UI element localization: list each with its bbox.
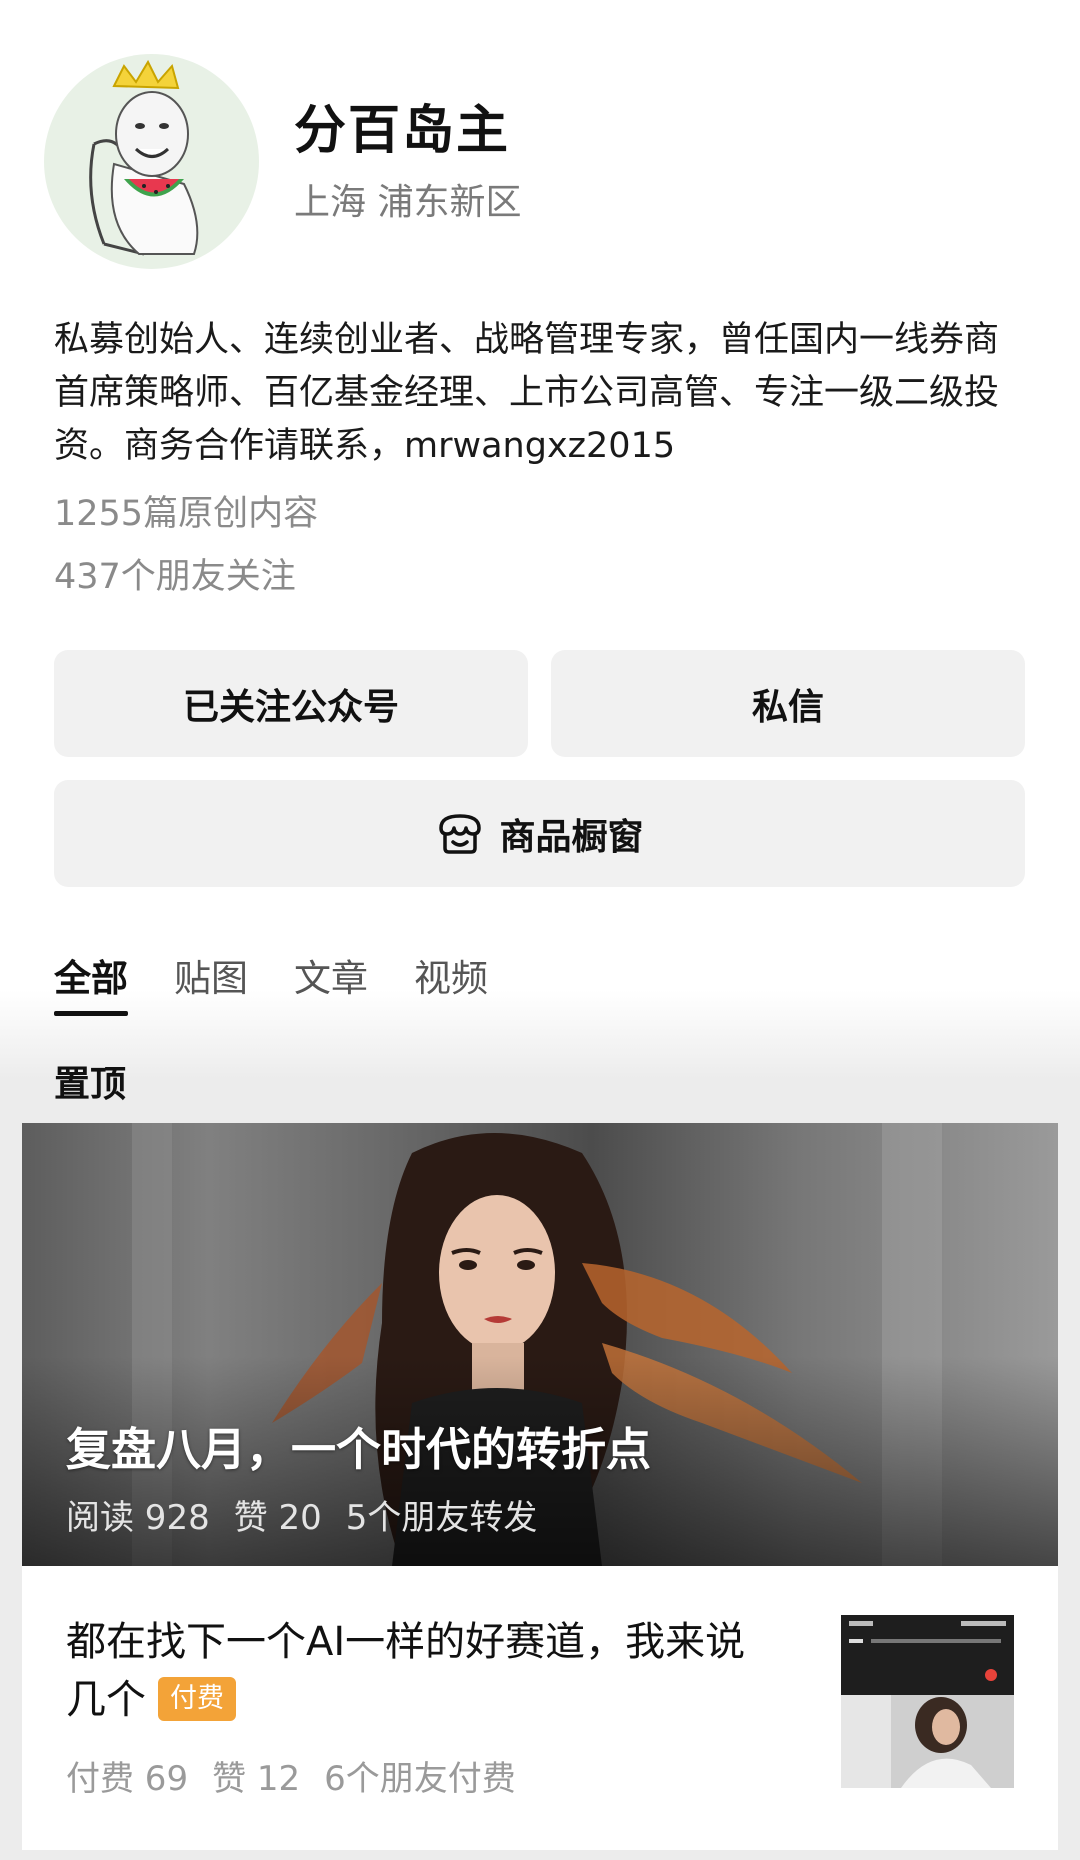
account-name: 分百岛主 [294, 101, 511, 161]
avatar[interactable] [44, 54, 259, 269]
name-block: 分百岛主 上海 浦东新区 [294, 88, 521, 225]
article-thumbnail-image [841, 1615, 1014, 1788]
pinned-label: 置顶 [54, 1064, 127, 1105]
article-title-line: 都在找下一个AI一样的好赛道，我来说几个 付费 [66, 1613, 766, 1729]
article-friends-paid: 6个朋友付费 [324, 1759, 516, 1799]
pinned-post[interactable]: 复盘八月，一个时代的转折点 阅读 928 赞 20 5个朋友转发 [22, 1123, 1058, 1566]
article-thumbnail[interactable] [841, 1615, 1014, 1788]
message-button[interactable]: 私信 [551, 650, 1025, 757]
tab-articles[interactable]: 文章 [294, 948, 368, 1016]
tab-images[interactable]: 贴图 [174, 948, 248, 1016]
shop-window-button[interactable]: 商品橱窗 [54, 780, 1025, 887]
tab-videos[interactable]: 视频 [414, 948, 488, 1016]
account-location: 上海 浦东新区 [294, 182, 522, 223]
article-likes: 赞 12 [212, 1759, 301, 1799]
friends-follow-count[interactable]: 437个朋友关注 [54, 548, 296, 599]
article-item[interactable]: 都在找下一个AI一样的好赛道，我来说几个 付费 付费 69 赞 12 6个朋友付费 [66, 1613, 766, 1800]
tab-all[interactable]: 全部 [54, 948, 128, 1016]
pinned-post-stats: 阅读 928 赞 20 5个朋友转发 [66, 1490, 561, 1539]
account-bio: 私募创始人、连续创业者、战略管理专家，曾任国内一线券商首席策略师、百亿基金经理、… [54, 320, 1000, 466]
pinned-post-reads: 阅读 928 [66, 1498, 210, 1538]
profile-header: 分百岛主 上海 浦东新区 [44, 54, 521, 269]
meme-avatar-image [89, 59, 199, 256]
followed-button-label: 已关注公众号 [182, 686, 399, 728]
posts-card: 复盘八月，一个时代的转折点 阅读 928 赞 20 5个朋友转发 都在找下一个A… [22, 1123, 1058, 1850]
followed-button[interactable]: 已关注公众号 [54, 650, 528, 757]
storefront-icon [439, 813, 482, 854]
article-stats: 付费 69 赞 12 6个朋友付费 [66, 1751, 766, 1800]
message-button-label: 私信 [751, 686, 824, 728]
shop-window-label: 商品橱窗 [499, 816, 644, 858]
article-paid-count: 付费 69 [66, 1759, 189, 1799]
content-tabs: 全部 贴图 文章 视频 [54, 948, 534, 1016]
pinned-post-likes: 赞 20 [233, 1498, 322, 1538]
paid-badge: 付费 [158, 1677, 236, 1721]
original-content-count[interactable]: 1255篇原创内容 [54, 485, 318, 536]
pinned-post-shares: 5个朋友转发 [345, 1498, 538, 1538]
pinned-post-title: 复盘八月，一个时代的转折点 [66, 1423, 652, 1476]
